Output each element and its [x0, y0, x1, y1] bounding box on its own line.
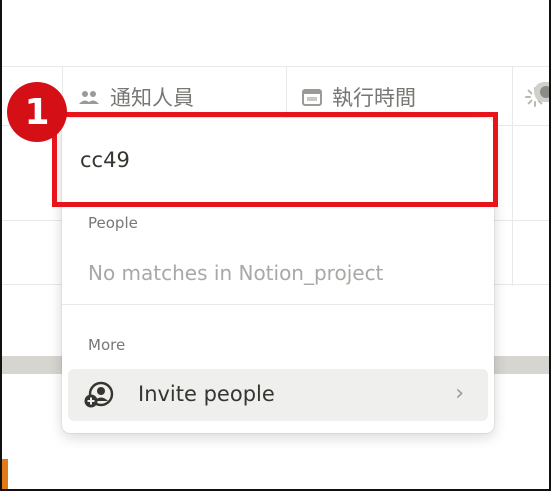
- page-top-area: [0, 0, 551, 66]
- column-header-label: 通知人員: [110, 86, 194, 110]
- status-toggle[interactable]: [534, 82, 551, 102]
- annotation-highlight-box: [52, 112, 498, 207]
- calendar-icon: [302, 89, 322, 106]
- invite-people-icon: [84, 381, 114, 408]
- orange-edge-marker: [0, 459, 8, 489]
- column-header-label: 執行時間: [332, 86, 416, 110]
- column-divider: [512, 66, 513, 286]
- step-number-badge: 1: [7, 82, 67, 142]
- people-icon: [79, 91, 99, 104]
- people-section-label: People: [88, 214, 138, 232]
- section-divider: [62, 304, 494, 305]
- invite-people-label: Invite people: [138, 382, 275, 406]
- chevron-right-icon: ›: [455, 381, 464, 406]
- more-section-label: More: [88, 336, 126, 354]
- no-matches-text: No matches in Notion_project: [88, 261, 384, 285]
- invite-people-menu-item[interactable]: Invite people ›: [68, 369, 488, 421]
